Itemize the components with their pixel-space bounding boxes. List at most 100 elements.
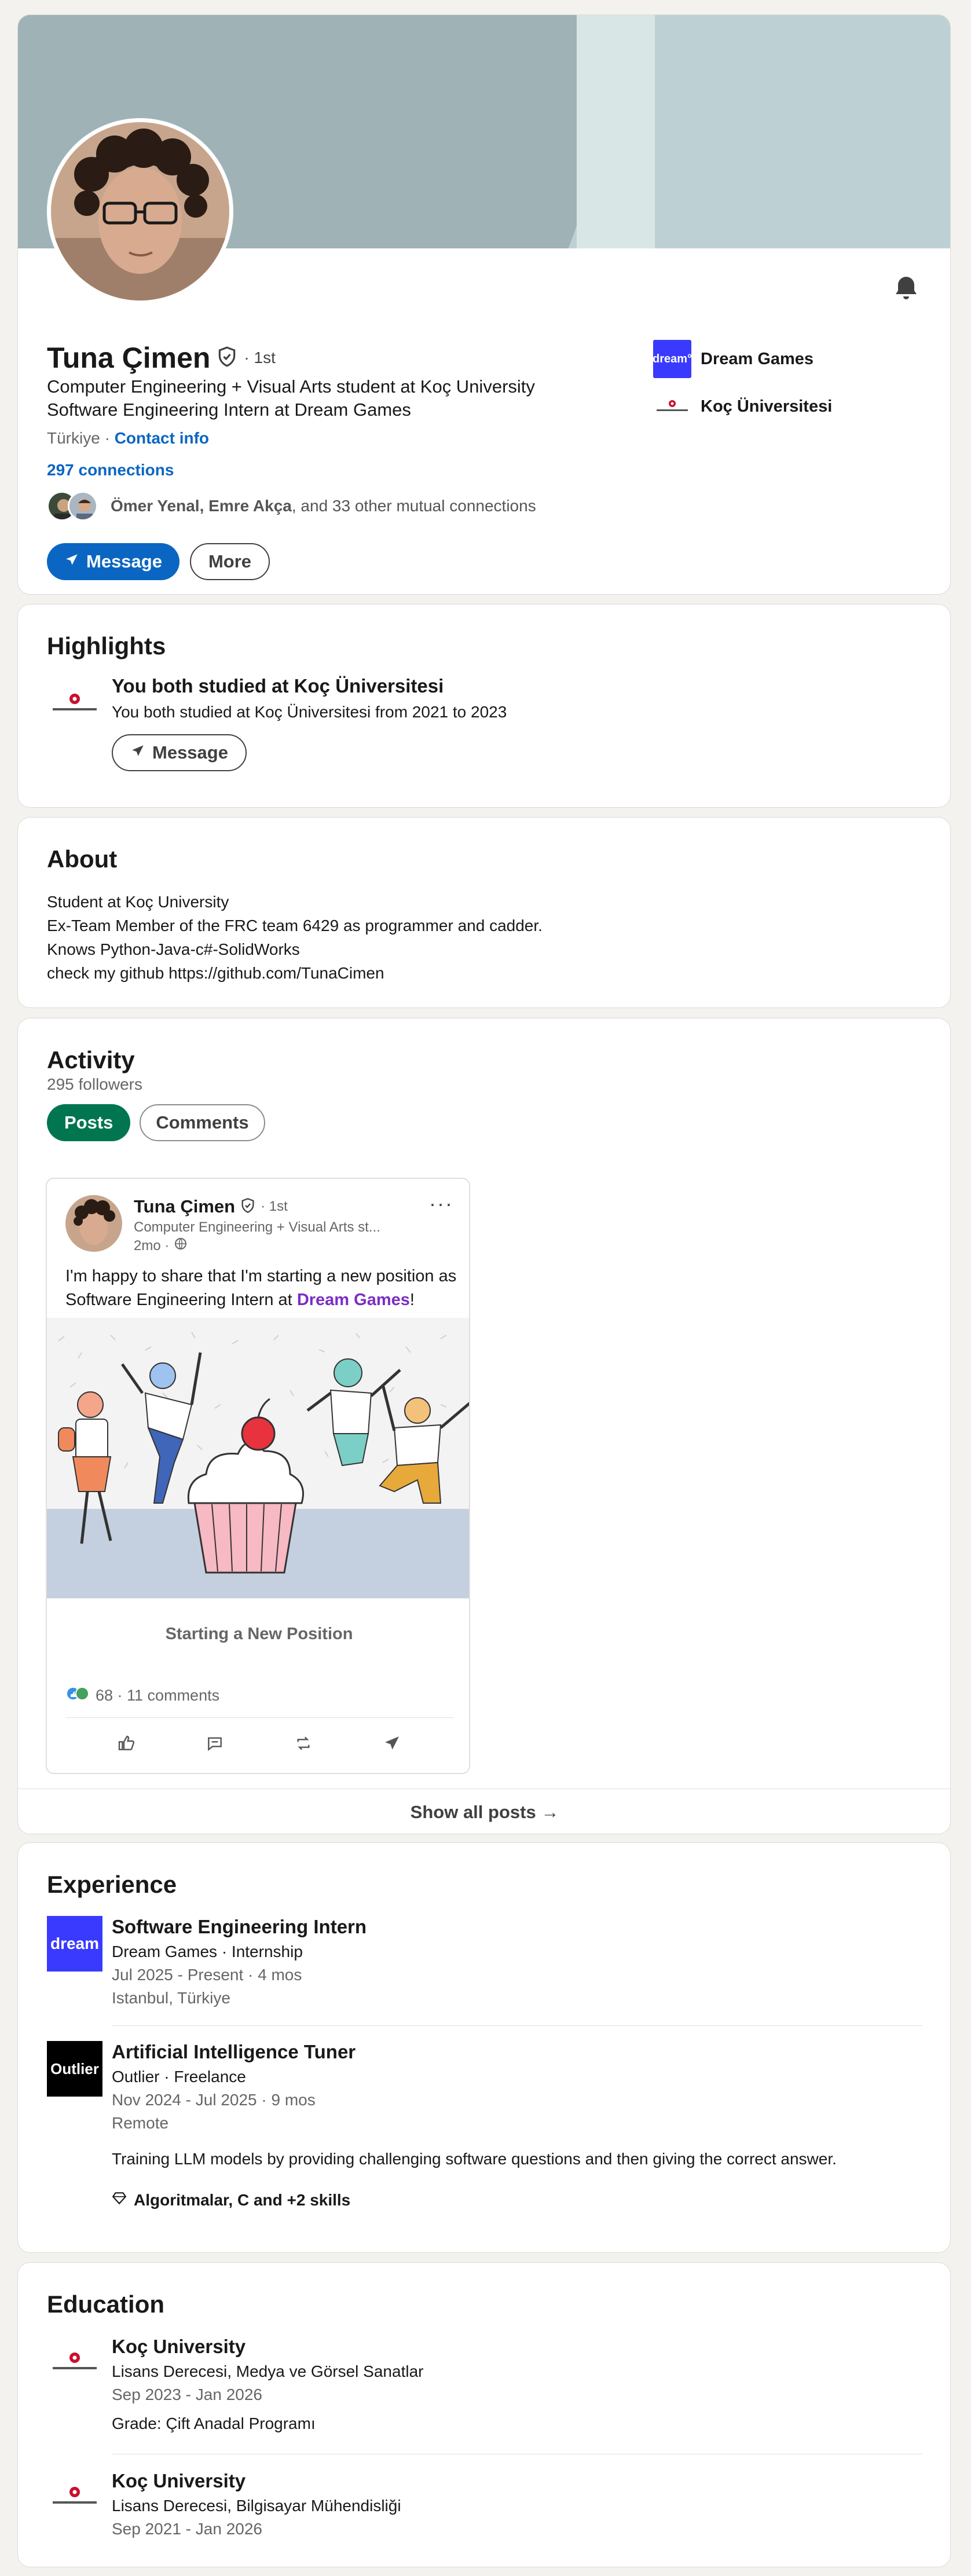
post-time-row: 2mo · <box>134 1237 188 1255</box>
activity-card: Activity 295 followers Posts Comments Tu… <box>17 1018 951 1834</box>
education-school-2: Koç University <box>112 2470 246 2491</box>
dream-games-logo-icon: dream° <box>653 340 692 378</box>
about-line: Knows Python-Java-c#-SolidWorks <box>47 940 300 958</box>
about-title: About <box>47 845 118 873</box>
experience-title: Experience <box>47 1871 177 1898</box>
highlight-message-button[interactable]: Message <box>112 734 247 771</box>
profile-name: Tuna Çimen <box>47 342 211 374</box>
highlight-title: You both studied at Koç Üniversitesi <box>112 675 444 697</box>
experience-description-2: Training LLM models by providing challen… <box>112 2150 837 2168</box>
mutual-avatars <box>47 490 102 522</box>
diamond-icon <box>112 2190 127 2209</box>
repost-icon[interactable] <box>292 1732 315 1755</box>
connections-link[interactable]: 297 connections <box>47 461 174 479</box>
experience-skills-2[interactable]: Algoritmalar, C and +2 skills <box>112 2190 350 2209</box>
outlier-logo-icon[interactable]: Outlier <box>47 2041 102 2097</box>
message-button[interactable]: Message <box>47 543 179 580</box>
location-row: Türkiye · Contact info <box>47 429 209 448</box>
more-options-icon[interactable]: ··· <box>429 1192 453 1216</box>
send-icon <box>64 551 79 572</box>
experience-company-2: Outlier · Freelance <box>112 2068 246 2086</box>
activity-tabs: Posts Comments <box>47 1104 265 1141</box>
post-author-row: Tuna Çimen · 1st <box>134 1196 288 1217</box>
experience-title-1: Software Engineering Intern <box>112 1916 367 1937</box>
highlights-card: Highlights You both studied at Koç Ünive… <box>17 604 951 808</box>
education-degree-1: Lisans Derecesi, Medya ve Görsel Sanatla… <box>112 2362 424 2380</box>
comment-icon[interactable] <box>203 1732 226 1755</box>
education-grade-1: Grade: Çift Anadal Programı <box>112 2414 316 2432</box>
experience-location-1: Istanbul, Türkiye <box>112 1989 230 2007</box>
mutual-connections[interactable]: Ömer Yenal, Emre Akça, and 33 other mutu… <box>47 490 536 522</box>
profile-avatar[interactable] <box>47 118 233 305</box>
experience-card: Experience dream Software Engineering In… <box>17 1842 951 2253</box>
contact-info-link[interactable]: Contact info <box>115 429 209 447</box>
send-icon[interactable] <box>380 1732 404 1755</box>
post-mention-link[interactable]: Dream Games <box>297 1291 410 1309</box>
profile-actions: Message More <box>47 543 270 580</box>
about-text: Student at Koç University Ex-Team Member… <box>47 890 543 985</box>
connection-degree: · 1st <box>244 349 276 367</box>
post-author[interactable]: Tuna Çimen <box>134 1196 235 1217</box>
highlight-message-label: Message <box>152 742 228 763</box>
dream-games-logo-icon[interactable]: dream <box>47 1916 102 1972</box>
mutual-separator: , <box>199 497 204 515</box>
connections-count[interactable]: 297 connections <box>47 461 174 479</box>
company-list: dream° Dream Games Koç Üniversitesi <box>653 339 832 434</box>
avatar[interactable] <box>65 1195 122 1252</box>
post-degree: · 1st <box>261 1199 288 1214</box>
about-card: About Student at Koç University Ex-Team … <box>17 817 951 1008</box>
post-image[interactable] <box>47 1318 469 1598</box>
post-author-headline: Computer Engineering + Visual Arts st... <box>134 1219 380 1235</box>
mutual-name-1: Ömer Yenal <box>111 497 200 515</box>
highlights-title: Highlights <box>47 632 166 659</box>
education-dates-2: Sep 2021 - Jan 2026 <box>112 2520 262 2538</box>
headline-line-2: Software Engineering Intern at Dream Gam… <box>47 400 411 420</box>
followers-count: 295 followers <box>47 1075 142 1093</box>
mutual-name-2: Emre Akça <box>208 497 292 515</box>
experience-dates-1: Jul 2025 - Present · 4 mos <box>112 1966 302 1984</box>
mutual-rest: , and 33 other mutual connections <box>291 497 536 515</box>
globe-icon <box>174 1237 188 1255</box>
post-reactions[interactable]: 68 · 11 comments <box>65 1686 219 1705</box>
skills-label: Algoritmalar, C and +2 skills <box>134 2190 351 2209</box>
activity-title: Activity <box>47 1046 135 1073</box>
more-button[interactable]: More <box>189 543 270 580</box>
post-text-end: ! <box>409 1291 415 1309</box>
avatar <box>68 491 98 521</box>
send-icon <box>130 742 145 763</box>
show-all-posts-label: Show all posts → <box>410 1801 559 1822</box>
tab-comments[interactable]: Comments <box>140 1104 265 1141</box>
experience-location-2: Remote <box>112 2114 169 2132</box>
tab-posts[interactable]: Posts <box>47 1104 131 1141</box>
post-actions <box>47 1732 469 1755</box>
highlight-subtitle: You both studied at Koç Üniversitesi fro… <box>112 703 507 721</box>
experience-title-2: Artificial Intelligence Tuner <box>112 2041 356 2062</box>
education-degree-2: Lisans Derecesi, Bilgisayar Mühendisliği <box>112 2497 401 2515</box>
profile-location: Türkiye · <box>47 429 110 447</box>
company-item-dream-games[interactable]: dream° Dream Games <box>653 339 832 379</box>
reactions-count: 68 · 11 comments <box>96 1687 220 1704</box>
about-line: Ex-Team Member of the FRC team 6429 as p… <box>47 917 543 935</box>
show-all-posts-button[interactable]: Show all posts → <box>18 1789 950 1834</box>
post-card[interactable]: Tuna Çimen · 1st Computer Engineering + … <box>46 1178 470 1774</box>
bell-icon[interactable] <box>892 274 920 302</box>
education-card: Education Koç University Lisans Derecesi… <box>17 2262 951 2567</box>
verified-shield-icon <box>216 346 238 371</box>
koc-university-logo-icon[interactable] <box>47 2470 102 2526</box>
verified-shield-icon <box>240 1197 256 1216</box>
profile-headline: Computer Engineering + Visual Arts stude… <box>47 375 626 422</box>
koc-university-logo-icon[interactable] <box>47 2336 102 2391</box>
like-icon[interactable] <box>115 1732 138 1755</box>
message-button-label: Message <box>86 551 162 571</box>
education-title: Education <box>47 2291 165 2318</box>
experience-dates-2: Nov 2024 - Jul 2025 · 9 mos <box>112 2091 316 2109</box>
koc-university-logo-icon <box>47 677 102 732</box>
profile-name-row: Tuna Çimen · 1st <box>47 341 276 375</box>
about-line: check my github https://github.com/TunaC… <box>47 964 384 982</box>
profile-top-card: Tuna Çimen · 1st Computer Engineering + … <box>17 14 951 595</box>
post-time: 2mo · <box>134 1237 170 1254</box>
koc-university-logo-icon <box>653 387 691 426</box>
like-celebrate-reaction-icon <box>65 1686 91 1705</box>
post-image-caption: Starting a New Position <box>165 1625 353 1643</box>
company-item-koc[interactable]: Koç Üniversitesi <box>653 387 832 426</box>
